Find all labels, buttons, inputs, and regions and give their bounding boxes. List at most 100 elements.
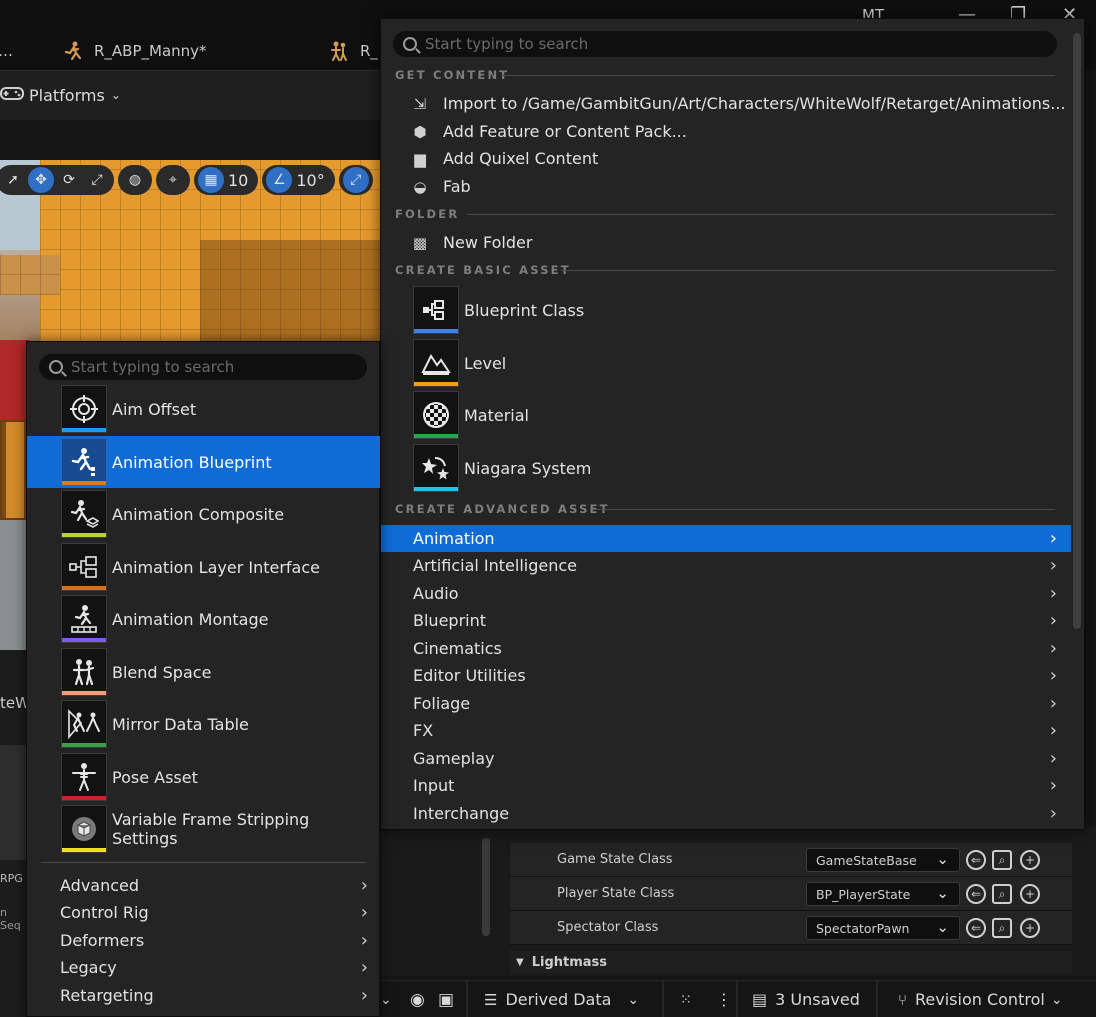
game-state-class-combo[interactable]: GameStateBase ⌄ [806, 848, 960, 872]
add-icon[interactable]: + [1020, 884, 1040, 904]
asset-label: Animation Layer Interface [112, 557, 320, 577]
browse-folder-icon[interactable]: ⌕ [992, 918, 1012, 938]
blueprint-class-item[interactable]: Blueprint Class [413, 286, 584, 334]
rotate-icon[interactable]: ⟳ [56, 167, 82, 193]
new-folder-menu-item[interactable]: ▩ New Folder [411, 229, 533, 256]
category-artificial-intelligence[interactable]: Artificial Intelligence › [381, 552, 1071, 579]
menu-search[interactable] [393, 31, 1057, 57]
browse-folder-icon[interactable]: ⌕ [992, 884, 1012, 904]
variable-frame-stripping-item[interactable]: Variable Frame Stripping Settings [27, 803, 380, 855]
asset-color-bar [62, 848, 106, 852]
submenu-category-advanced[interactable]: Advanced › [27, 872, 380, 899]
use-selected-icon[interactable]: ⇐ [966, 850, 986, 870]
spectator-class-combo[interactable]: SpectatorPawn ⌄ [806, 916, 960, 940]
category-blueprint[interactable]: Blueprint › [381, 607, 1071, 634]
tab-r-abp-manny[interactable]: R_ABP_Manny* [62, 38, 207, 64]
category-interchange[interactable]: Interchange › [381, 800, 1071, 827]
category-label: Deformers [60, 931, 145, 950]
blueprint-class-icon [413, 286, 459, 334]
menu-scrollbar[interactable] [1073, 33, 1081, 629]
category-editor-utilities[interactable]: Editor Utilities › [381, 662, 1071, 689]
add-quixel-menu-item[interactable]: ▆ Add Quixel Content [411, 145, 598, 172]
fab-menu-item[interactable]: ◒ Fab [411, 173, 470, 200]
revision-control-button[interactable]: ⑂ Revision Control ⌄ [898, 981, 1063, 1017]
category-label: Interchange [413, 804, 510, 823]
category-animation[interactable]: Animation › [381, 525, 1071, 552]
grid-dots-icon[interactable]: ⁙ [680, 981, 692, 1017]
more-options-icon[interactable]: ⋮ [716, 981, 732, 1017]
world-space-toggle[interactable]: ◍ [118, 165, 152, 195]
submenu-category-deformers[interactable]: Deformers › [27, 927, 380, 954]
rotation-snap[interactable]: ∠ 10° [262, 165, 335, 195]
animation-composite-item[interactable]: Animation Composite [27, 488, 380, 540]
surface-snap-toggle[interactable]: ⌖ [156, 165, 190, 195]
material-item[interactable]: Material [413, 391, 529, 439]
scale-icon[interactable]: ⤢ [84, 167, 110, 193]
add-icon[interactable]: + [1020, 918, 1040, 938]
select-icon[interactable]: ➚ [0, 167, 26, 193]
add-feature-pack-menu-item[interactable]: ⬢ Add Feature or Content Pack... [411, 118, 686, 145]
translate-icon[interactable]: ✥ [28, 167, 54, 193]
trace-icon[interactable]: ◉ [410, 981, 425, 1017]
unsaved-button[interactable]: ▤ 3 Unsaved [752, 981, 860, 1017]
level-item[interactable]: Level [413, 339, 506, 387]
animation-blueprint-item[interactable]: Animation Blueprint [27, 436, 380, 488]
asset-label: Level [464, 353, 507, 373]
tab-r[interactable]: R_ [328, 38, 378, 64]
asset-label: Mirror Data Table [112, 714, 249, 734]
submenu-category-retargeting[interactable]: Retargeting › [27, 982, 380, 1009]
derived-data-label: Derived Data [505, 990, 612, 1009]
category-audio[interactable]: Audio › [381, 580, 1071, 607]
player-state-class-combo[interactable]: BP_PlayerState ⌄ [806, 882, 960, 906]
combo-value: BP_PlayerState [816, 886, 911, 902]
details-row: Game State Class GameStateBase ⌄ ⇐ ⌕ + [510, 843, 1072, 877]
animation-montage-item[interactable]: Animation Montage [27, 593, 380, 645]
submenu-category-control-rig[interactable]: Control Rig › [27, 899, 380, 926]
browse-folder-icon[interactable]: ⌕ [992, 850, 1012, 870]
mirror-data-table-item[interactable]: Mirror Data Table [27, 698, 380, 750]
asset-label: Animation Blueprint [112, 452, 272, 472]
animation-layer-interface-item[interactable]: Animation Layer Interface [27, 541, 380, 593]
building-shadow [200, 240, 380, 350]
category-foliage[interactable]: Foliage › [381, 690, 1071, 717]
separator [736, 981, 738, 1017]
pose-asset-item[interactable]: Pose Asset [27, 751, 380, 803]
add-icon[interactable]: + [1020, 850, 1040, 870]
scale-snap[interactable]: ⤢ [338, 165, 373, 195]
platforms-button[interactable]: Platforms ⌄ [0, 83, 121, 107]
asset-color-bar [62, 691, 106, 695]
import-menu-item[interactable]: ⇲ Import to /Game/GambitGun/Art/Characte… [411, 90, 1066, 117]
material-icon [413, 391, 459, 439]
category-cinematics[interactable]: Cinematics › [381, 635, 1071, 662]
category-gameplay[interactable]: Gameplay › [381, 745, 1071, 772]
platforms-label: Platforms [29, 85, 105, 105]
grid-snap[interactable]: ▦ 10 [194, 165, 259, 195]
blend-space-item[interactable]: Blend Space [27, 646, 380, 698]
asset-color-bar [62, 743, 106, 747]
chevron-down-icon: ⌄ [627, 991, 640, 1008]
details-scrollbar[interactable] [482, 838, 490, 936]
search-input[interactable] [71, 358, 367, 376]
derived-data-button[interactable]: ☰ Derived Data ⌄ [484, 981, 639, 1017]
chevron-right-icon: › [1049, 693, 1057, 714]
section-label: GET CONTENT [395, 68, 510, 82]
submenu-category-legacy[interactable]: Legacy › [27, 954, 380, 981]
lightmass-section-header[interactable]: ▼ Lightmass [510, 951, 1072, 973]
submenu-search[interactable] [39, 354, 367, 380]
tab-overflow[interactable]: … [0, 38, 13, 64]
submenu-divider [41, 862, 366, 863]
asset-color-bar [414, 487, 458, 491]
use-selected-icon[interactable]: ⇐ [966, 884, 986, 904]
chevron-right-icon: › [1049, 638, 1057, 659]
category-fx[interactable]: FX › [381, 717, 1071, 744]
aim-offset-item[interactable]: Aim Offset [27, 383, 380, 435]
niagara-system-item[interactable]: Niagara System [413, 444, 591, 492]
asset-color-bar [414, 434, 458, 438]
category-input[interactable]: Input › [381, 772, 1071, 799]
chevron-down-icon: ⌄ [936, 918, 949, 936]
asset-label: Pose Asset [112, 767, 198, 787]
camera-icon[interactable]: ▣ [438, 981, 454, 1017]
search-input[interactable] [425, 35, 1057, 53]
asset-color-bar [62, 533, 106, 537]
use-selected-icon[interactable]: ⇐ [966, 918, 986, 938]
